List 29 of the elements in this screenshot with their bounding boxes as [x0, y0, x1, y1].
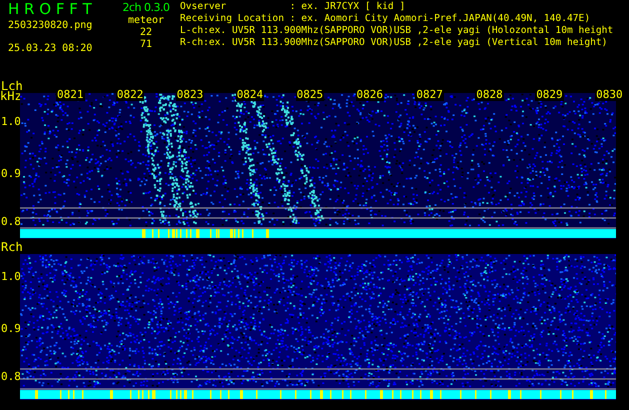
frequency-label: 1.0: [1, 116, 21, 127]
time-label: 0827: [415, 89, 444, 101]
time-label: 0821: [56, 89, 84, 101]
frequency-label: 0.8: [1, 371, 21, 382]
info-line: Ovserver : ex. JR7CYX [ kid ]: [180, 1, 406, 13]
date-time: 25.03.23 08:20: [8, 42, 94, 55]
time-label: 0828: [475, 89, 504, 101]
time-label: 0830: [595, 89, 624, 101]
meteor-label: meteor: [128, 15, 164, 27]
unit-label: kHz: [0, 90, 22, 102]
time-label: 0825: [296, 89, 324, 101]
time-label: 0822: [116, 89, 144, 101]
time-label: 0826: [356, 89, 384, 101]
info-line: Receiving Location : ex. Aomori City Aomori-Pref.JAPAN(40.49N, 140.47E): [180, 13, 592, 25]
time-label: 0823: [176, 89, 204, 101]
time-label: 0824: [236, 89, 264, 101]
file-name: 2503230820.png: [8, 19, 94, 32]
frequency-label: 0.9: [1, 323, 21, 334]
meteor-count: 22: [140, 27, 152, 39]
app-title: H R O F F T: [8, 1, 93, 18]
frequency-label: 0.8: [1, 216, 21, 227]
version-label: 2ch 0.3.0: [122, 1, 170, 15]
info-line: R-ch:ex. UV5R 113.900Mhz(SAPPORO VOR)USB ,2-ele yagi (Vertical 10m height): [180, 37, 608, 49]
frequency-label: 1.0: [1, 271, 21, 282]
frequency-label: 0.9: [1, 168, 21, 179]
channel-label: Rch: [0, 241, 24, 254]
meteor-count: 71: [140, 39, 152, 51]
info-line: L-ch:ex. UV5R 113.900Mhz(SAPPORO VOR)USB ,2-ele yagi (Holozontal 10m height: [180, 25, 614, 37]
time-label: 0829: [535, 89, 564, 101]
